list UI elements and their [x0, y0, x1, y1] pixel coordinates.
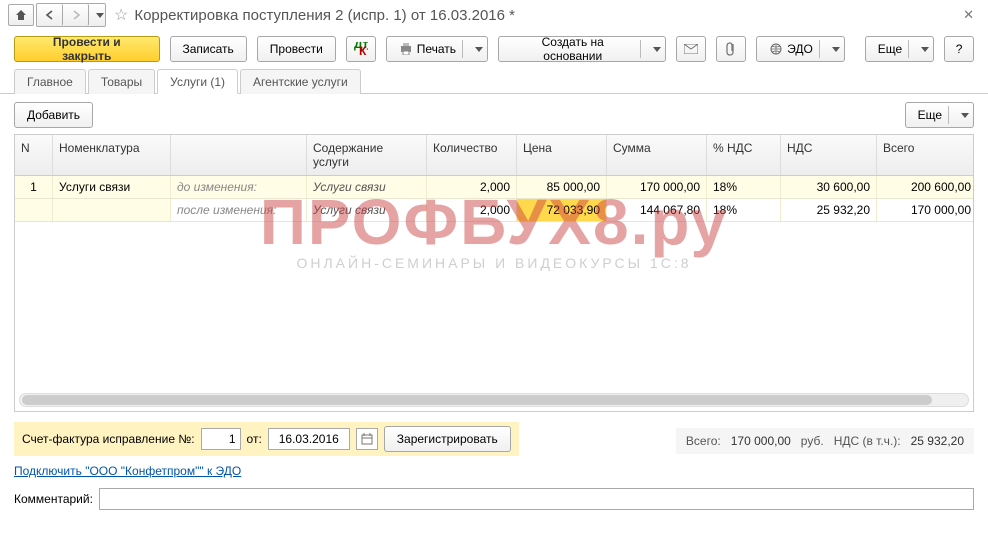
grid-toolbar: Добавить Еще	[14, 102, 974, 128]
add-row-button[interactable]: Добавить	[14, 102, 93, 128]
close-button[interactable]: ✕	[957, 5, 980, 25]
tab-main[interactable]: Главное	[14, 69, 86, 94]
table-row[interactable]: после изменения: Услуги связи 2,000 72 0…	[15, 199, 973, 222]
back-button[interactable]	[37, 4, 63, 26]
post-button[interactable]: Провести	[257, 36, 336, 62]
favorite-star-icon[interactable]: ☆	[114, 5, 128, 25]
svg-text:Кт: Кт	[359, 44, 368, 56]
edo-button[interactable]: ЭДО	[756, 36, 845, 62]
invoice-label: Счет-фактура исправление №:	[22, 432, 195, 446]
edited-price-cell[interactable]: 72 033,90	[517, 199, 607, 221]
page-title: Корректировка поступления 2 (испр. 1) от…	[134, 7, 515, 24]
tab-agent-services[interactable]: Агентские услуги	[240, 69, 361, 94]
services-grid[interactable]: N Номенклатура Содержание услуги Количес…	[14, 134, 974, 412]
invoice-correction-bar: Счет-фактура исправление №: от: Зарегист…	[14, 422, 519, 456]
tab-services[interactable]: Услуги (1)	[157, 69, 238, 94]
invoice-number-input[interactable]	[201, 428, 241, 450]
titlebar: ☆ Корректировка поступления 2 (испр. 1) …	[0, 0, 988, 30]
comment-row: Комментарий:	[0, 484, 988, 514]
calendar-button[interactable]	[356, 428, 378, 450]
connect-edo-link[interactable]: Подключить "ООО "Конфетпром"" к ЭДО	[0, 462, 255, 480]
help-button[interactable]: ?	[944, 36, 974, 62]
home-button[interactable]	[8, 4, 34, 26]
paperclip-icon	[726, 42, 736, 56]
create-based-on-button[interactable]: Создать на основании	[498, 36, 666, 62]
horizontal-scrollbar[interactable]	[19, 393, 969, 407]
total-vat: 25 932,20	[911, 434, 964, 448]
calendar-icon	[361, 433, 373, 445]
grid-more-button[interactable]: Еще	[905, 102, 974, 128]
register-invoice-button[interactable]: Зарегистрировать	[384, 426, 511, 452]
invoice-date-input[interactable]	[268, 428, 350, 450]
more-button[interactable]: Еще	[865, 36, 934, 62]
attach-button[interactable]	[716, 36, 746, 62]
table-row[interactable]: 1 Услуги связи до изменения: Услуги связ…	[15, 176, 973, 199]
forward-button[interactable]	[63, 4, 89, 26]
tab-goods[interactable]: Товары	[88, 69, 155, 94]
scroll-thumb[interactable]	[22, 395, 932, 405]
total-amount: 170 000,00	[731, 434, 791, 448]
save-button[interactable]: Записать	[170, 36, 247, 62]
printer-icon	[399, 43, 413, 55]
nav-back-forward	[36, 3, 106, 27]
tabs: Главное Товары Услуги (1) Агентские услу…	[0, 68, 988, 94]
nav-dropdown[interactable]	[89, 4, 105, 26]
mail-icon	[684, 44, 698, 54]
grid-header: N Номенклатура Содержание услуги Количес…	[15, 135, 973, 176]
comment-input[interactable]	[99, 488, 974, 510]
post-and-close-button[interactable]: Провести и закрыть	[14, 36, 160, 62]
mail-button[interactable]	[676, 36, 706, 62]
dt-kt-button[interactable]: ДтКт	[346, 36, 376, 62]
totals-bar: Всего: 170 000,00 руб. НДС (в т.ч.): 25 …	[676, 428, 974, 454]
comment-label: Комментарий:	[14, 492, 93, 506]
print-button[interactable]: Печать	[386, 36, 488, 62]
globe-icon	[769, 43, 783, 55]
main-toolbar: Провести и закрыть Записать Провести ДтК…	[0, 30, 988, 68]
